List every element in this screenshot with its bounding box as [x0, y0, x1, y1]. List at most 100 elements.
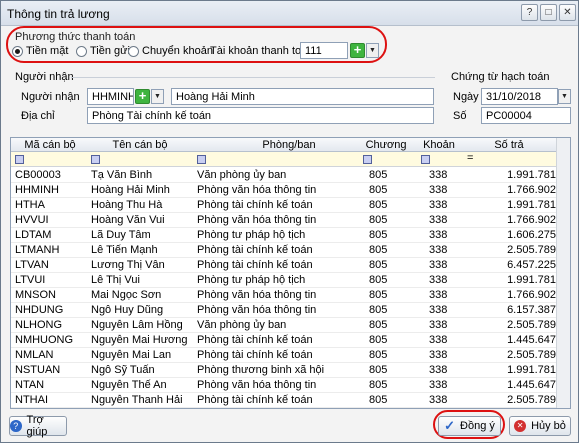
help-button[interactable]: ? Trợ giúp [9, 414, 67, 438]
table-row[interactable]: LTVAN Lương Thị Vân Phòng tài chính kế toá… [11, 257, 570, 273]
table-row[interactable]: NHDUNG Ngô Huy Dũng Phòng văn hóa thông ti… [11, 302, 570, 318]
cell-item: 338 [429, 259, 448, 271]
filter-icon[interactable] [421, 155, 430, 164]
cancel-button-label: Hủy bỏ [531, 420, 566, 432]
cell-name: Nguyễn Mai Lan [91, 349, 172, 361]
voucher-number-label: Số [453, 110, 467, 122]
help-icon[interactable]: ? [521, 4, 538, 21]
cell-name: Ngô Sỹ Tuấn [91, 364, 155, 376]
recipient-code-field[interactable]: HHMINH [87, 88, 134, 105]
cell-dept: Phòng văn hóa thông tin [197, 379, 317, 391]
vertical-scrollbar[interactable] [556, 138, 570, 408]
cell-chapter: 805 [369, 394, 388, 406]
radio-cash[interactable]: Tiền mặt [12, 45, 68, 57]
cell-amount: 1.991.781 [507, 274, 556, 286]
cell-item: 338 [429, 334, 448, 346]
table-row[interactable]: LDTAM Lã Duy Tâm Phòng tư pháp hộ tịch 805 3… [11, 227, 570, 243]
add-account-icon[interactable]: + [350, 43, 365, 58]
cell-name: Hoàng Hải Minh [91, 184, 170, 196]
maximize-icon[interactable]: □ [540, 4, 557, 21]
table-row[interactable]: NTAN Nguyễn Thế An Phòng văn hóa thông tin… [11, 377, 570, 393]
cell-amount: 1.991.781 [507, 169, 556, 181]
filter-icon[interactable] [197, 155, 206, 164]
col-header-code[interactable]: Mã cán bộ [13, 139, 87, 151]
table-row[interactable]: HVVUI Hoàng Văn Vui Phòng văn hóa thông ti… [11, 212, 570, 228]
voucher-date-field[interactable]: 31/10/2018 [481, 88, 558, 105]
account-field[interactable]: 111 [300, 42, 348, 59]
date-picker-icon[interactable]: ▼ [558, 89, 571, 104]
cell-amount: 2.505.789 [507, 319, 556, 331]
add-recipient-icon[interactable]: + [135, 89, 150, 104]
cell-name: Tạ Văn Bình [91, 169, 153, 181]
col-header-name[interactable]: Tên cán bộ [89, 139, 191, 151]
cell-amount: 1.766.902 [507, 214, 556, 226]
cell-name: Mai Ngọc Sơn [91, 289, 162, 301]
col-header-chapter[interactable]: Chương [361, 139, 411, 151]
col-header-dept[interactable]: Phòng/ban [193, 139, 385, 151]
cell-amount: 1.766.902 [507, 184, 556, 196]
address-label: Địa chỉ [21, 110, 55, 122]
cell-item: 338 [429, 394, 448, 406]
cell-dept: Phòng văn hóa thông tin [197, 289, 317, 301]
check-icon: ✓ [444, 418, 456, 433]
cell-name: Nguyễn Mai Hương [91, 334, 188, 346]
cell-item: 338 [429, 169, 448, 181]
cell-chapter: 805 [369, 334, 388, 346]
table-row[interactable]: HTHA Hoàng Thu Hà Phòng tài chính kế toán 8… [11, 197, 570, 213]
cell-amount: 1.606.275 [507, 229, 556, 241]
cell-amount: 1.445.647 [507, 334, 556, 346]
cell-chapter: 805 [369, 289, 388, 301]
close-icon[interactable]: ✕ [559, 4, 576, 21]
recipient-name-field[interactable]: Hoàng Hải Minh [171, 88, 434, 105]
table-row[interactable]: NSTUAN Ngô Sỹ Tuấn Phòng thương binh xã hộ… [11, 362, 570, 378]
table-row[interactable]: LTVUI Lê Thị Vui Phòng tư pháp hộ tịch 805 3… [11, 272, 570, 288]
filter-icon[interactable] [15, 155, 24, 164]
cell-chapter: 805 [369, 364, 388, 376]
filter-equals[interactable]: = [467, 152, 473, 164]
radio-transfer[interactable]: Chuyển khoản [128, 45, 213, 57]
cell-item: 338 [429, 304, 448, 316]
cell-amount: 2.505.789 [507, 394, 556, 406]
cell-amount: 2.505.789 [507, 349, 556, 361]
cell-chapter: 805 [369, 214, 388, 226]
cell-chapter: 805 [369, 259, 388, 271]
cell-code: NSTUAN [15, 364, 61, 376]
account-dropdown-icon[interactable]: ▼ [366, 43, 379, 58]
cell-dept: Phòng tư pháp hộ tịch [197, 229, 306, 241]
radio-deposit[interactable]: Tiền gửi [76, 45, 130, 57]
cell-amount: 1.445.647 [507, 379, 556, 391]
table-row[interactable]: NMHUONG Nguyễn Mai Hương Phòng tài chính k… [11, 332, 570, 348]
cell-dept: Phòng tài chính kế toán [197, 334, 313, 346]
cell-name: Lê Tiến Mạnh [91, 244, 158, 256]
voucher-section-label: Chứng từ hạch toán [451, 71, 550, 83]
filter-icon[interactable] [91, 155, 100, 164]
table-row[interactable]: MNSON Mai Ngọc Sơn Phòng văn hóa thông tin… [11, 287, 570, 303]
section-divider [71, 77, 435, 78]
cell-chapter: 805 [369, 304, 388, 316]
ok-button[interactable]: ✓ Đồng ý [438, 416, 501, 436]
radio-cash-label: Tiền mặt [26, 45, 69, 57]
recipient-code-label: Người nhận [21, 91, 80, 103]
cell-amount: 1.991.781 [507, 199, 556, 211]
table-row[interactable]: LTMANH Lê Tiến Mạnh Phòng tài chính kế toá… [11, 242, 570, 258]
table-row[interactable]: NTHAI Nguyễn Thanh Hải Phòng tài chính kế … [11, 392, 570, 408]
cell-item: 338 [429, 289, 448, 301]
voucher-number-field[interactable]: PC00004 [481, 107, 571, 124]
filter-icon[interactable] [363, 155, 372, 164]
address-field[interactable]: Phòng Tài chính kế toán [87, 107, 434, 124]
recipient-dropdown-icon[interactable]: ▼ [151, 89, 164, 104]
table-row[interactable]: NMLAN Nguyễn Mai Lan Phòng tài chính kế to… [11, 347, 570, 363]
cell-item: 338 [429, 214, 448, 226]
cell-code: LTMANH [15, 244, 60, 256]
table-row[interactable]: HHMINH Hoàng Hải Minh Phòng văn hóa thông … [11, 182, 570, 198]
col-header-amount[interactable]: Số trả [463, 139, 555, 151]
cell-code: NMHUONG [15, 334, 74, 346]
cell-item: 338 [429, 199, 448, 211]
table-row[interactable]: NLHONG Nguyễn Lâm Hồng Văn phòng ủy ban 805… [11, 317, 570, 333]
table-row[interactable]: CB00003 Tạ Văn Bình Văn phòng ủy ban 805 338… [11, 167, 570, 183]
cell-amount: 1.766.902 [507, 289, 556, 301]
cancel-button[interactable]: ✕ Hủy bỏ [509, 416, 571, 436]
cell-code: MNSON [15, 289, 56, 301]
cell-dept: Văn phòng ủy ban [197, 169, 287, 181]
col-header-item[interactable]: Khoản [419, 139, 459, 151]
